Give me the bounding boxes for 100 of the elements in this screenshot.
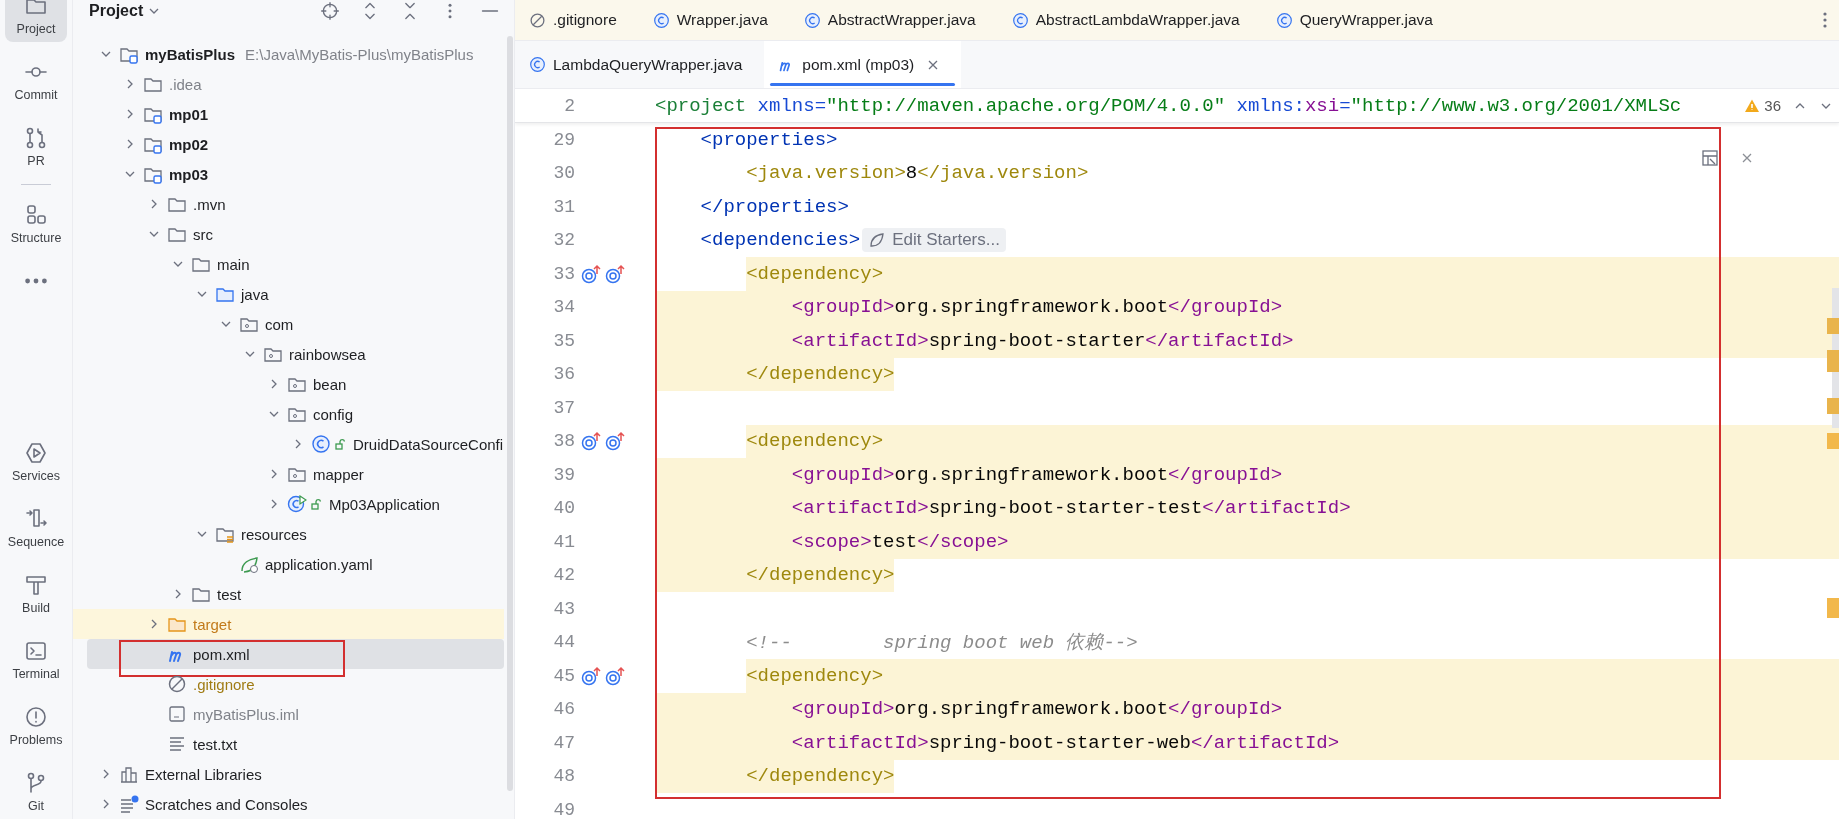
warning-count[interactable]: 36 bbox=[1744, 97, 1781, 114]
tree-item[interactable]: test bbox=[73, 579, 504, 609]
line-number: 49 bbox=[552, 798, 575, 819]
line-number: 29 bbox=[552, 128, 575, 152]
code-text: <artifactId>spring-boot-starter-web</artifactId> bbox=[791, 730, 1340, 756]
hammer-icon bbox=[24, 573, 48, 597]
code-text: <groupId>org.springframework.boot</groupId> bbox=[791, 295, 1283, 321]
code-text: <project xmlns="http://maven.apache.org/POM/4.0.0" xmlns:xsi="http://www.w3.org/2001/XMLSc bbox=[655, 94, 1682, 117]
editor-tab[interactable]: AbstractLambdaWrapper.java bbox=[997, 0, 1262, 40]
editor-tab[interactable]: LambdaQueryWrapper.java bbox=[515, 41, 765, 88]
code-text: <artifactId>spring-boot-starter</artifactId> bbox=[791, 328, 1294, 354]
editor-tab[interactable]: AbstractWrapper.java bbox=[789, 0, 998, 40]
line-number: 39 bbox=[552, 463, 575, 487]
tool-window-button[interactable]: Build bbox=[5, 565, 67, 621]
gutter-icon[interactable] bbox=[581, 263, 603, 284]
gutter-icon[interactable] bbox=[605, 431, 627, 452]
tree-item[interactable]: External Libraries bbox=[73, 759, 504, 789]
line-number: 42 bbox=[552, 564, 575, 588]
line-number: 2 bbox=[563, 95, 575, 116]
tool-window-button[interactable]: Git bbox=[5, 763, 67, 819]
reader-mode-icon[interactable] bbox=[1701, 149, 1719, 167]
tree-item[interactable]: mp02 bbox=[73, 129, 504, 159]
line-number: 37 bbox=[552, 396, 575, 420]
tool-window-button[interactable]: PR bbox=[5, 118, 67, 174]
gutter-icon[interactable] bbox=[581, 665, 603, 686]
tree-item[interactable]: myBatisPlus.iml bbox=[73, 699, 504, 729]
tree-item[interactable]: config bbox=[73, 399, 504, 429]
tool-window-button[interactable]: Services bbox=[5, 433, 67, 489]
editor-tab[interactable]: pom.xml (mp03) bbox=[764, 41, 962, 88]
tree-item[interactable]: mapper bbox=[73, 459, 504, 489]
tree-item[interactable]: resources bbox=[73, 519, 504, 549]
gutter-icon[interactable] bbox=[581, 431, 603, 452]
leaf-icon bbox=[239, 554, 259, 574]
tool-window-button[interactable]: Terminal bbox=[5, 631, 67, 687]
line-number: 31 bbox=[552, 195, 575, 219]
tree-item[interactable]: mp03 bbox=[73, 159, 504, 189]
line-number: 35 bbox=[552, 329, 575, 353]
tool-window-button[interactable]: Sequence bbox=[5, 499, 67, 555]
tree-item[interactable]: mp01 bbox=[73, 99, 504, 129]
close-icon[interactable] bbox=[1741, 152, 1753, 164]
tool-window-button[interactable]: Project bbox=[5, 0, 67, 42]
tree-item[interactable]: com bbox=[73, 309, 504, 339]
editor-tab[interactable]: .gitignore bbox=[515, 0, 639, 40]
editor-tab[interactable]: QueryWrapper.java bbox=[1261, 0, 1455, 40]
editor-tab[interactable]: Wrapper.java bbox=[638, 0, 790, 40]
tree-item[interactable]: DruidDataSourceConfi bbox=[73, 429, 504, 459]
tree-item[interactable]: Mp03Application bbox=[73, 489, 504, 519]
line-number: 45 bbox=[552, 664, 575, 688]
ignored-file-icon bbox=[167, 674, 187, 694]
tree-item[interactable]: main bbox=[73, 249, 504, 279]
code-text: <!-- spring boot web 依赖--> bbox=[746, 631, 1138, 657]
gutter-icon[interactable] bbox=[605, 665, 627, 686]
code-text: <dependency> bbox=[746, 663, 884, 689]
more-icon bbox=[24, 277, 48, 285]
line-number: 33 bbox=[552, 262, 575, 286]
tool-window-button[interactable]: Problems bbox=[5, 697, 67, 753]
tool-window-button[interactable]: Commit bbox=[5, 52, 67, 108]
code-text: <dependency> bbox=[746, 429, 884, 455]
scrollbar-thumb[interactable] bbox=[507, 36, 513, 791]
code-text: </dependency> bbox=[746, 362, 895, 388]
tree-item[interactable]: .idea bbox=[73, 69, 504, 99]
code-text: </properties> bbox=[700, 194, 849, 220]
tree-item[interactable]: test.txt bbox=[73, 729, 504, 759]
code-text: <scope>test</scope> bbox=[791, 529, 1009, 555]
line-number: 40 bbox=[552, 497, 575, 521]
line-number: 44 bbox=[552, 631, 575, 655]
close-icon[interactable] bbox=[927, 58, 940, 71]
inlay-hint[interactable]: Edit Starters... bbox=[862, 228, 1006, 253]
tree-item[interactable]: java bbox=[73, 279, 504, 309]
panel-title[interactable]: Project bbox=[89, 1, 144, 20]
line-number: 30 bbox=[552, 162, 575, 186]
terminal-icon bbox=[24, 639, 48, 663]
tree-item[interactable]: application.yaml bbox=[73, 549, 504, 579]
gutter-icon[interactable] bbox=[605, 263, 627, 284]
code-text: <properties> bbox=[700, 127, 838, 153]
line-number: 43 bbox=[552, 597, 575, 621]
tree-item[interactable]: .gitignore bbox=[73, 669, 504, 699]
line-number: 34 bbox=[552, 296, 575, 320]
scratches-icon bbox=[119, 794, 139, 814]
text-file-icon bbox=[167, 734, 187, 754]
tree-item[interactable]: .mvn bbox=[73, 189, 504, 219]
tree-item[interactable]: myBatisPlus E:\Java\MyBatis-Plus\myBatisPlus bbox=[73, 39, 504, 69]
line-number: 48 bbox=[552, 765, 575, 789]
class-icon bbox=[1011, 11, 1029, 29]
line-number: 41 bbox=[552, 530, 575, 554]
tree-item[interactable]: pom.xml bbox=[87, 639, 504, 669]
problems-icon bbox=[24, 705, 48, 729]
class-icon bbox=[1275, 11, 1293, 29]
code-text: <dependency> bbox=[746, 261, 884, 287]
ignored-file-icon bbox=[529, 11, 546, 29]
code-text: <java.version>8</java.version> bbox=[746, 161, 1089, 187]
tree-item[interactable]: bean bbox=[73, 369, 504, 399]
line-number: 38 bbox=[552, 430, 575, 454]
unlocked-icon bbox=[311, 498, 323, 510]
tree-item[interactable]: rainbowsea bbox=[73, 339, 504, 369]
tool-window-button[interactable]: Structure bbox=[5, 195, 67, 251]
tree-item[interactable]: Scratches and Consoles bbox=[73, 789, 504, 819]
locate-icon[interactable] bbox=[320, 0, 340, 21]
tree-item[interactable]: src bbox=[73, 219, 504, 249]
code-text: <groupId>org.springframework.boot</groupId> bbox=[791, 697, 1283, 723]
